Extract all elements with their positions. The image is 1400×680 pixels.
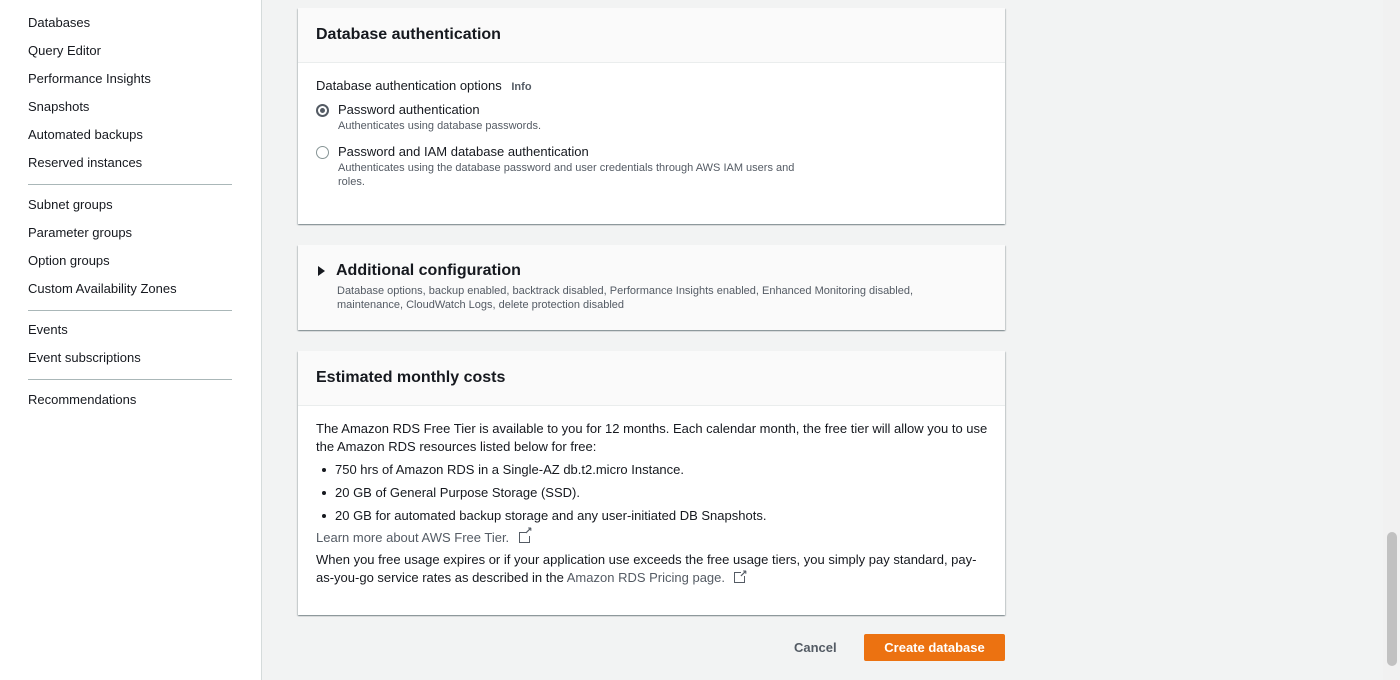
external-link-icon[interactable] bbox=[733, 566, 748, 584]
free-tier-list: 750 hrs of Amazon RDS in a Single-AZ db.… bbox=[316, 461, 987, 525]
sidebar-item-snapshots[interactable]: Snapshots bbox=[28, 99, 89, 114]
caret-right-icon[interactable] bbox=[318, 266, 325, 276]
list-item: 20 GB for automated backup storage and a… bbox=[316, 507, 987, 525]
sidebar-item-performance-insights[interactable]: Performance Insights bbox=[28, 71, 151, 86]
panel-title: Database authentication bbox=[298, 8, 1005, 63]
radio-password-auth[interactable]: Password authentication Authenticates us… bbox=[316, 101, 818, 133]
radio-label: Password authentication bbox=[338, 102, 480, 117]
sidebar-item-reserved-instances[interactable]: Reserved instances bbox=[28, 155, 142, 170]
learn-more-row: Learn more about AWS Free Tier. bbox=[316, 526, 987, 547]
database-authentication-panel: Database authentication Database authent… bbox=[298, 8, 1005, 224]
sidebar-divider bbox=[28, 379, 232, 380]
sidebar-divider bbox=[28, 184, 232, 185]
sidebar-item-option-groups[interactable]: Option groups bbox=[28, 253, 110, 268]
sidebar: Databases Query Editor Performance Insig… bbox=[0, 0, 262, 680]
scrollbar-thumb[interactable] bbox=[1387, 532, 1397, 666]
free-tier-intro: The Amazon RDS Free Tier is available to… bbox=[316, 421, 988, 454]
additional-configuration-title: Additional configuration bbox=[336, 262, 521, 279]
additional-configuration-toggle[interactable]: Additional configuration Database option… bbox=[318, 262, 947, 312]
radio-description: Authenticates using database passwords. bbox=[338, 120, 542, 132]
sidebar-item-query-editor[interactable]: Query Editor bbox=[28, 43, 101, 58]
radio-label: Password and IAM database authentication bbox=[338, 144, 589, 159]
learn-more-link[interactable]: Learn more about AWS Free Tier. bbox=[316, 530, 509, 545]
sidebar-item-databases[interactable]: Databases bbox=[28, 15, 90, 30]
radio-password-iam-auth[interactable]: Password and IAM database authentication… bbox=[316, 143, 813, 189]
pricing-page-link[interactable]: Amazon RDS Pricing page. bbox=[567, 570, 725, 585]
list-item: 20 GB of General Purpose Storage (SSD). bbox=[316, 484, 987, 502]
radio-button-selected[interactable] bbox=[316, 104, 329, 117]
panel-title: Estimated monthly costs bbox=[298, 351, 1005, 406]
auth-options-label: Database authentication options bbox=[316, 78, 502, 93]
external-link-icon[interactable] bbox=[518, 526, 533, 543]
sidebar-item-subnet-groups[interactable]: Subnet groups bbox=[28, 197, 113, 212]
sidebar-item-recommendations[interactable]: Recommendations bbox=[28, 392, 136, 407]
sidebar-item-event-subscriptions[interactable]: Event subscriptions bbox=[28, 350, 141, 365]
estimated-costs-panel: Estimated monthly costs The Amazon RDS F… bbox=[298, 351, 1005, 615]
create-database-button[interactable]: Create database bbox=[864, 634, 1005, 661]
sidebar-item-events[interactable]: Events bbox=[28, 322, 68, 337]
main-content: Database authentication Database authent… bbox=[263, 0, 1383, 680]
additional-configuration-panel: Additional configuration Database option… bbox=[298, 245, 1005, 330]
sidebar-item-parameter-groups[interactable]: Parameter groups bbox=[28, 225, 132, 240]
info-link[interactable]: Info bbox=[511, 81, 531, 93]
cancel-button[interactable]: Cancel bbox=[785, 634, 846, 661]
sidebar-item-automated-backups[interactable]: Automated backups bbox=[28, 127, 143, 142]
sidebar-item-custom-availability-zones[interactable]: Custom Availability Zones bbox=[28, 281, 177, 296]
radio-button[interactable] bbox=[316, 146, 329, 159]
radio-description: Authenticates using the database passwor… bbox=[338, 162, 795, 188]
list-item: 750 hrs of Amazon RDS in a Single-AZ db.… bbox=[316, 461, 987, 479]
pricing-note: When you free usage expires or if your a… bbox=[316, 551, 988, 587]
scrollbar-track[interactable] bbox=[1383, 0, 1400, 680]
additional-configuration-description: Database options, backup enabled, backtr… bbox=[337, 285, 914, 311]
sidebar-divider bbox=[28, 310, 232, 311]
auth-options-label-row: Database authentication options Info bbox=[316, 78, 532, 93]
